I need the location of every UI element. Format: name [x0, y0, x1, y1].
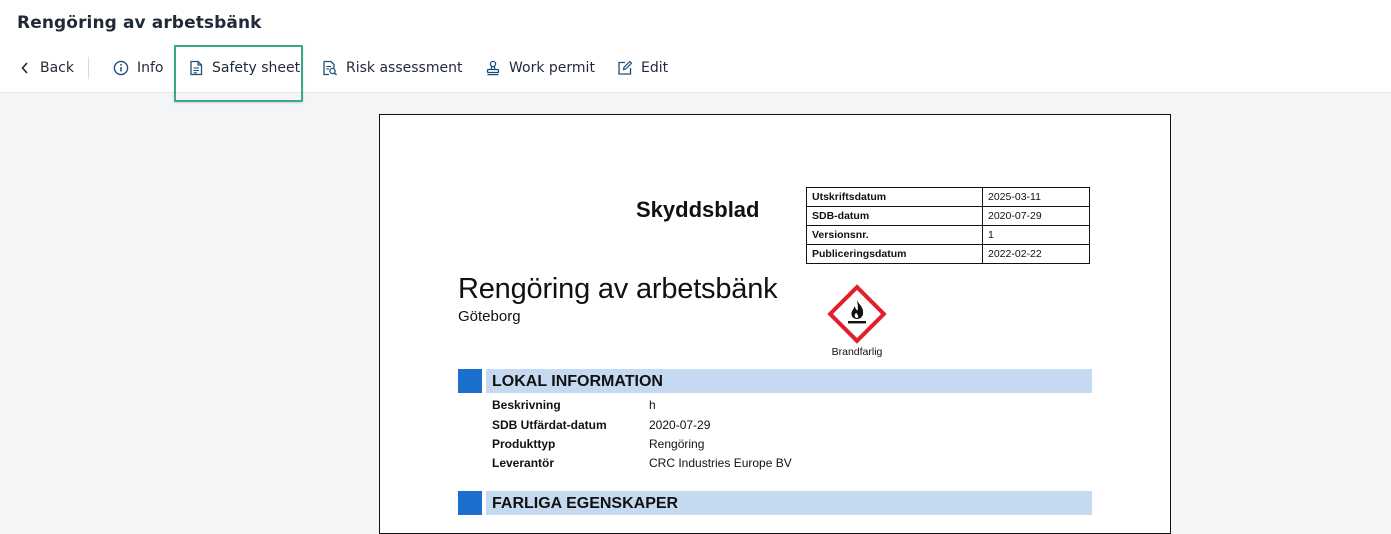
safety-sheet-button[interactable]: Safety sheet: [189, 52, 300, 84]
meta-label: Publiceringsdatum: [806, 244, 983, 264]
chevron-left-icon: [20, 61, 30, 75]
stamp-icon: [485, 60, 501, 76]
risk-assessment-label: Risk assessment: [346, 60, 463, 76]
safety-sheet-label: Safety sheet: [212, 60, 301, 76]
back-button[interactable]: Back: [20, 52, 74, 84]
meta-label: SDB-datum: [806, 206, 983, 226]
product-location: Göteborg: [458, 308, 521, 325]
section-title: FARLIGA EGENSKAPER: [492, 495, 679, 512]
section-marker: [458, 491, 482, 515]
meta-value: 2022-02-22: [982, 244, 1090, 264]
risk-assessment-button[interactable]: Risk assessment: [322, 52, 462, 84]
section-marker: [458, 369, 482, 393]
flammable-hazard-icon: [824, 283, 890, 350]
table-row: Versionsnr. 1: [806, 225, 1090, 245]
field-label: Leverantör: [492, 456, 555, 470]
field-value: CRC Industries Europe BV: [649, 456, 792, 470]
toolbar: Back Info Safety sheet Risk assessment W…: [0, 52, 1391, 84]
document-meta-table: Utskriftsdatum 2025-03-11 SDB-datum 2020…: [806, 187, 1090, 264]
meta-value: 2025-03-11: [982, 187, 1090, 207]
back-label: Back: [40, 60, 74, 76]
section-farliga-egenskaper: FARLIGA EGENSKAPER: [458, 491, 1092, 515]
product-name: Rengöring av arbetsbänk: [458, 273, 778, 305]
section-lokal-information: LOKAL INFORMATION: [458, 369, 1092, 393]
field-value: h: [649, 398, 656, 412]
meta-value: 2020-07-29: [982, 206, 1090, 226]
document-icon: [189, 60, 204, 76]
safety-sheet-document: Skyddsblad Utskriftsdatum 2025-03-11 SDB…: [379, 114, 1171, 534]
table-row: SDB-datum 2020-07-29: [806, 206, 1090, 226]
section-title: LOKAL INFORMATION: [492, 373, 663, 390]
document-heading: Skyddsblad: [636, 197, 760, 222]
work-permit-label: Work permit: [509, 60, 595, 76]
info-button[interactable]: Info: [113, 52, 164, 84]
edit-icon: [617, 60, 633, 76]
field-value: Rengöring: [649, 437, 705, 451]
edit-label: Edit: [641, 60, 669, 76]
info-label: Info: [137, 60, 164, 76]
info-circle-icon: [113, 60, 129, 76]
hazard-label: Brandfarlig: [831, 346, 883, 358]
page-header: Rengöring av arbetsbänk Back Info Safety…: [0, 0, 1391, 93]
toolbar-divider: [88, 57, 89, 79]
field-label: SDB Utfärdat-datum: [492, 418, 607, 432]
field-label: Produkttyp: [492, 437, 556, 451]
work-permit-button[interactable]: Work permit: [485, 52, 595, 84]
document-search-icon: [322, 60, 338, 76]
table-row: Utskriftsdatum 2025-03-11: [806, 187, 1090, 207]
table-row: Publiceringsdatum 2022-02-22: [806, 244, 1090, 264]
meta-label: Utskriftsdatum: [806, 187, 983, 207]
meta-label: Versionsnr.: [806, 225, 983, 245]
edit-button[interactable]: Edit: [617, 52, 668, 84]
page-title: Rengöring av arbetsbänk: [17, 13, 262, 33]
field-label: Beskrivning: [492, 398, 561, 412]
field-value: 2020-07-29: [649, 418, 711, 432]
meta-value: 1: [982, 225, 1090, 245]
